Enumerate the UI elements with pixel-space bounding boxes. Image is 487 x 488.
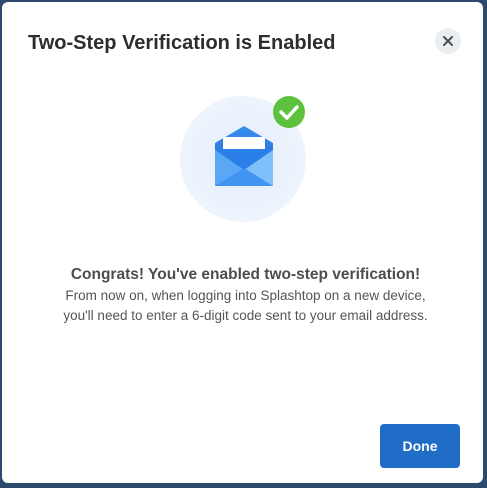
close-icon [443,36,453,46]
description-line-2: you'll need to enter a 6-digit code sent… [63,308,428,323]
done-button[interactable]: Done [380,424,460,468]
email-verification-illustration [180,96,306,222]
description-line-1: From now on, when logging into Splashtop… [65,288,426,303]
success-headline: Congrats! You've enabled two-step verifi… [70,266,421,283]
dialog-title: Two-Step Verification is Enabled [28,32,336,54]
two-step-enabled-dialog: Two-Step Verification is Enabled Congrat… [2,2,483,483]
close-button[interactable] [435,28,461,54]
message-block: Congrats! You've enabled two-step verifi… [2,264,487,326]
check-circle-icon [273,96,305,128]
